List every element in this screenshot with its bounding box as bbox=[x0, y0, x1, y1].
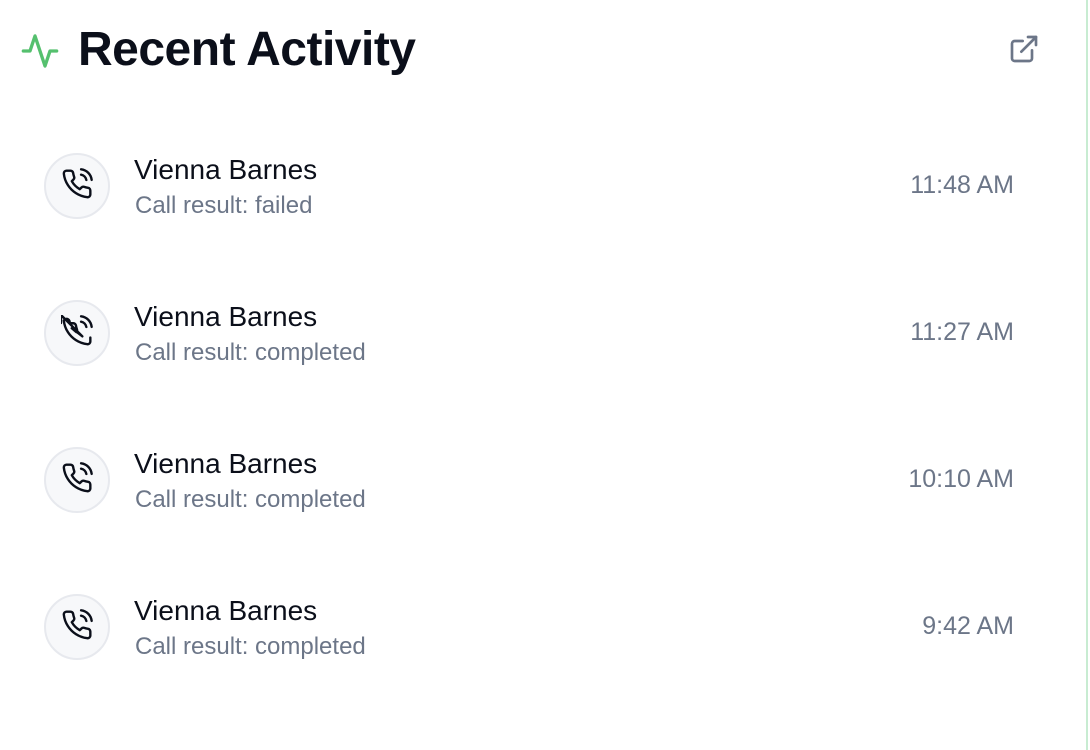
call-result: Call result: completed bbox=[135, 339, 366, 366]
activity-time: 10:10 AM bbox=[908, 465, 1014, 493]
recent-activity-panel: Recent Activity Vienna Barnes Call resul… bbox=[0, 0, 1088, 750]
open-external-button[interactable] bbox=[1002, 29, 1046, 73]
call-avatar bbox=[44, 594, 110, 660]
external-link-icon bbox=[1008, 33, 1040, 70]
call-result: Call result: failed bbox=[135, 192, 313, 219]
phone-call-icon bbox=[61, 608, 93, 646]
panel-title: Recent Activity bbox=[78, 23, 416, 76]
contact-name: Vienna Barnes bbox=[134, 595, 318, 626]
activity-item[interactable]: Vienna Barnes Call result: completed 11:… bbox=[0, 259, 1086, 406]
activity-item[interactable]: Vienna Barnes Call result: completed 10:… bbox=[0, 406, 1086, 553]
call-result: Call result: completed bbox=[135, 633, 366, 660]
call-avatar bbox=[44, 153, 110, 219]
contact-name: Vienna Barnes bbox=[134, 448, 318, 479]
call-avatar bbox=[44, 447, 110, 513]
phone-call-icon bbox=[61, 167, 93, 205]
panel-header: Recent Activity bbox=[0, 0, 1086, 100]
activity-item[interactable]: Vienna Barnes Call result: completed 9:4… bbox=[0, 553, 1086, 700]
activity-time: 11:27 AM bbox=[910, 318, 1014, 346]
contact-name: Vienna Barnes bbox=[134, 301, 318, 332]
activity-icon bbox=[20, 31, 60, 71]
call-result: Call result: completed bbox=[135, 486, 366, 513]
activity-time: 9:42 AM bbox=[922, 612, 1014, 640]
activity-time: 11:48 AM bbox=[910, 171, 1014, 199]
phone-call-icon bbox=[59, 313, 93, 352]
phone-call-icon bbox=[61, 461, 93, 499]
activity-item[interactable]: Vienna Barnes Call result: failed 11:48 … bbox=[0, 112, 1086, 259]
activity-list: Vienna Barnes Call result: failed 11:48 … bbox=[0, 112, 1086, 700]
call-avatar bbox=[44, 300, 110, 366]
contact-name: Vienna Barnes bbox=[134, 154, 318, 185]
